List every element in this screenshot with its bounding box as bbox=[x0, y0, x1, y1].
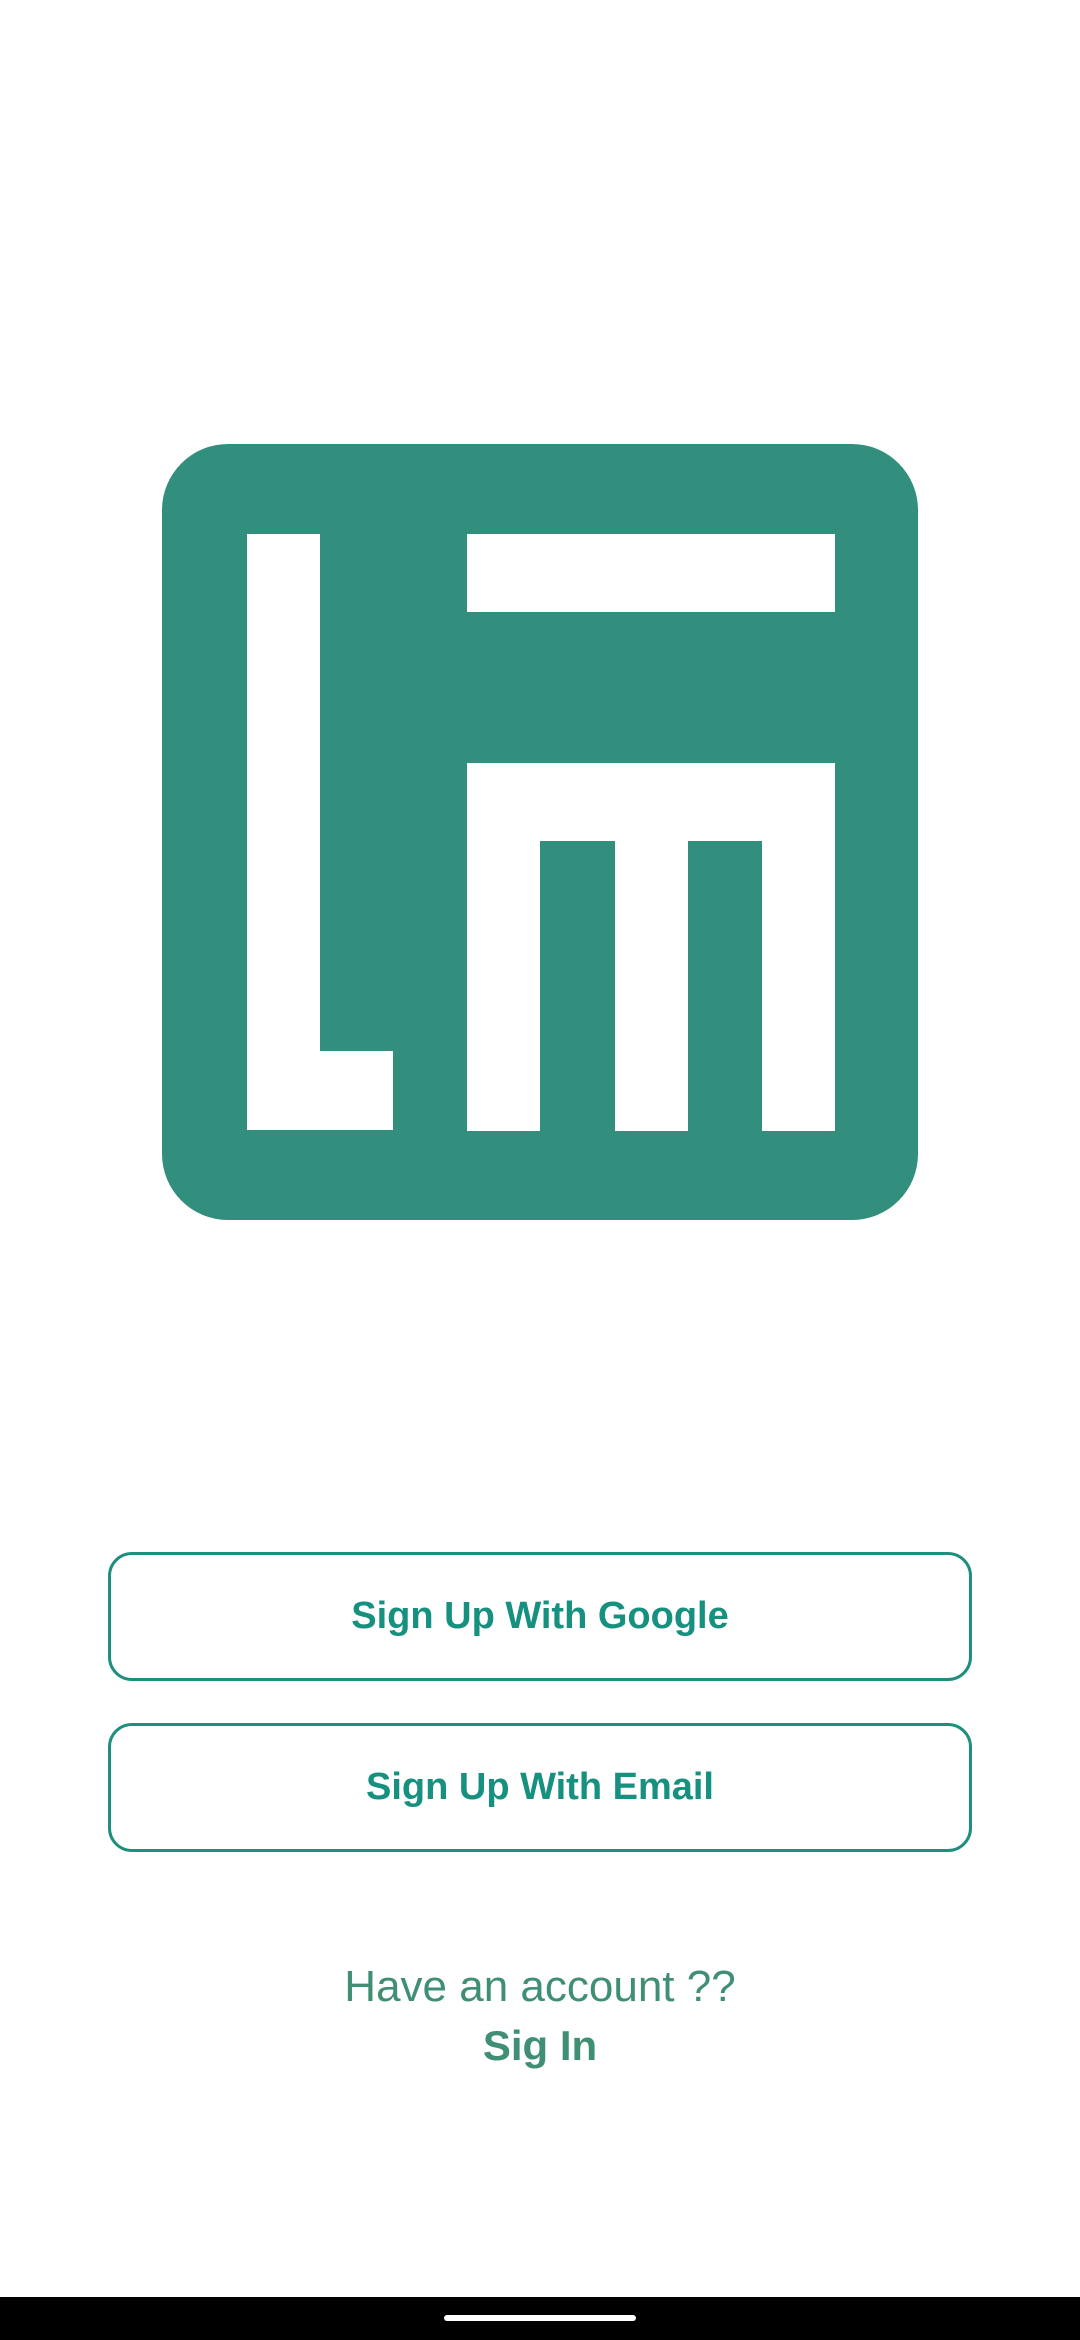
signup-screen: Sign Up With Google Sign Up With Email H… bbox=[0, 0, 1080, 2340]
have-account-text: Have an account ?? bbox=[344, 1962, 736, 2011]
home-indicator[interactable] bbox=[444, 2315, 636, 2321]
logo-column-3 bbox=[762, 841, 835, 1131]
logo-left-bar bbox=[247, 534, 320, 1130]
sign-up-google-label: Sign Up With Google bbox=[351, 1595, 729, 1637]
logo-middle-bar bbox=[467, 763, 835, 841]
logo-top-bar bbox=[467, 534, 835, 612]
system-navigation-bar bbox=[0, 2297, 1080, 2340]
logo-column-2 bbox=[615, 841, 688, 1131]
sign-up-google-button[interactable]: Sign Up With Google bbox=[108, 1552, 972, 1681]
sign-up-email-label: Sign Up With Email bbox=[366, 1766, 714, 1808]
app-logo bbox=[162, 444, 918, 1220]
sign-up-email-button[interactable]: Sign Up With Email bbox=[108, 1723, 972, 1852]
sign-in-link[interactable]: Sig In bbox=[0, 2022, 1080, 2070]
logo-foot-block bbox=[320, 1051, 393, 1130]
logo-column-1 bbox=[467, 841, 540, 1131]
